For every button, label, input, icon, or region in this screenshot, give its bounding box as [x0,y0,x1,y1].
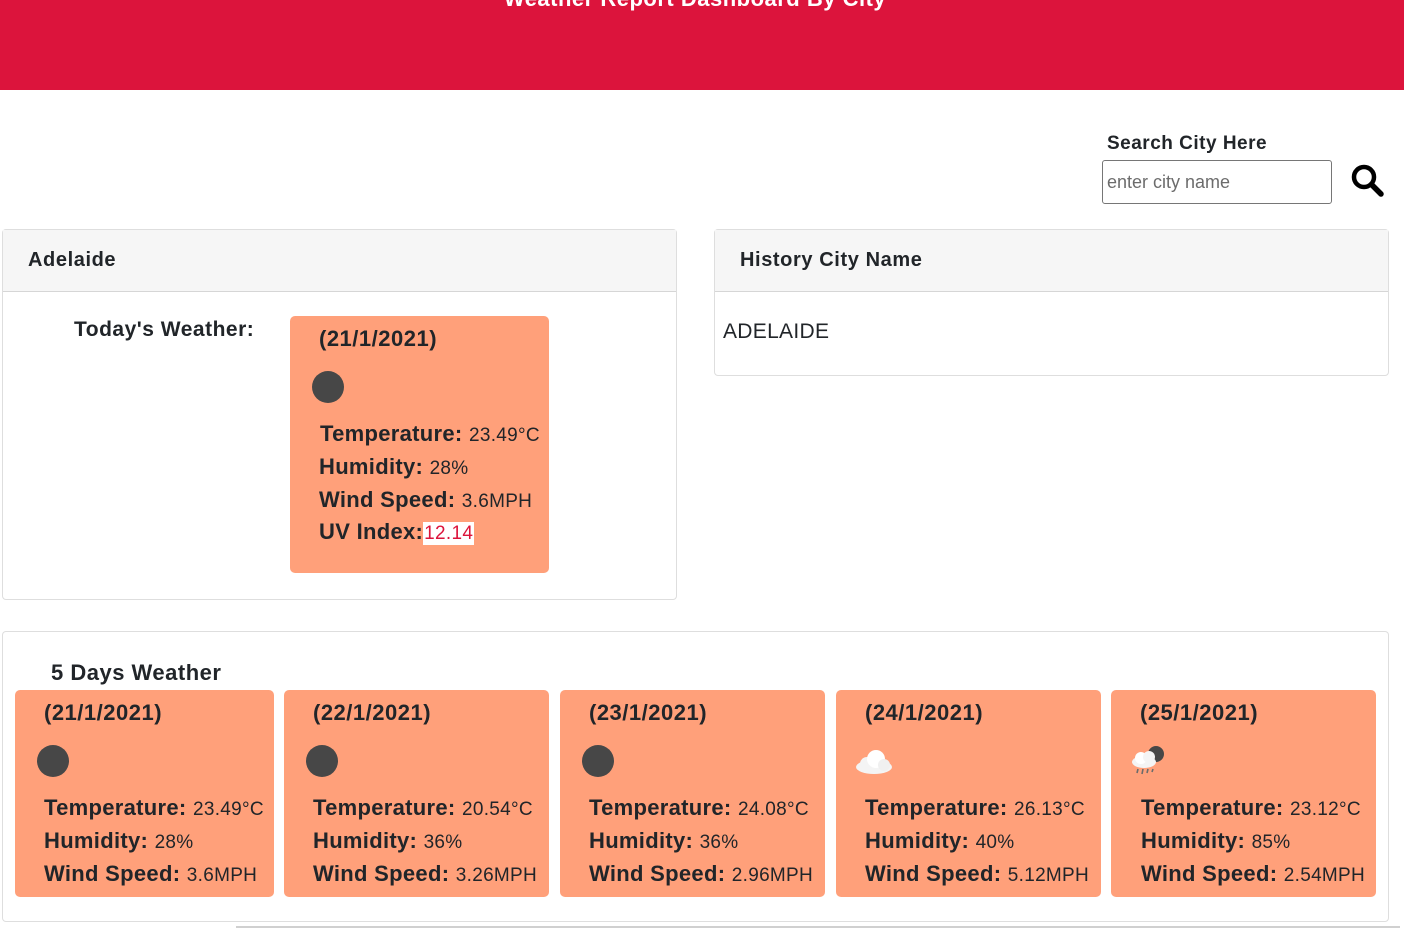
forecast-day: (24/1/2021) Temperature: 26.13°C Humidit… [836,690,1101,897]
forecast-card: 5 Days Weather (21/1/2021) Temperature: … [2,631,1389,922]
search-input[interactable] [1102,160,1332,204]
uv-index-badge: 12.14 [423,522,475,545]
search-icon [1351,164,1384,197]
today-wind-speed: Wind Speed: 3.6MPH [319,487,533,512]
forecast-temperature: Temperature: 20.54°C [313,795,533,820]
forecast-temperature: Temperature: 23.49°C [44,795,264,820]
forecast-temperature: Temperature: 26.13°C [865,795,1085,820]
todays-weather-label: Today's Weather: [74,318,255,341]
history-item-adelaide[interactable]: ADELAIDE [723,320,829,344]
search-label: Search City Here [1107,133,1268,154]
today-temperature: Temperature: 23.49°C [320,421,540,446]
clear-night-icon [306,745,338,777]
forecast-wind-speed: Wind Speed: 2.54MPH [1141,861,1366,886]
forecast-wind-speed: Wind Speed: 5.12MPH [865,861,1090,886]
forecast-day: (25/1/2021) Temperature: 23.12°C Humidit… [1111,690,1376,897]
today-humidity: Humidity: 28% [319,454,469,479]
forecast-date: (24/1/2021) [865,700,984,725]
header-banner: Weather Report Dashboard By City [0,0,1404,90]
clear-night-icon [582,745,614,777]
forecast-day: (21/1/2021) Temperature: 23.49°C Humidit… [15,690,274,897]
forecast-wind-speed: Wind Speed: 3.26MPH [313,861,538,886]
forecast-date: (21/1/2021) [44,700,163,725]
rain-night-icon [1132,746,1164,775]
forecast-date: (25/1/2021) [1140,700,1259,725]
history-card: History City Name ADELAIDE [714,229,1389,376]
forecast-date: (23/1/2021) [589,700,708,725]
forecast-humidity: Humidity: 28% [44,828,194,853]
cloud-icon [856,750,892,774]
history-title: History City Name [715,230,1388,292]
forecast-wind-speed: Wind Speed: 3.6MPH [44,861,258,886]
forecast-wind-speed: Wind Speed: 2.96MPH [589,861,814,886]
forecast-temperature: Temperature: 23.12°C [1141,795,1361,820]
forecast-humidity: Humidity: 85% [1141,828,1291,853]
city-name: Adelaide [3,230,676,292]
clear-night-icon [37,745,69,777]
page-title: Weather Report Dashboard By City [0,0,1390,12]
forecast-humidity: Humidity: 40% [865,828,1015,853]
current-weather-card: Adelaide Today's Weather: (21/1/2021) Te… [2,229,677,600]
today-date: (21/1/2021) [319,326,438,351]
clear-night-icon [312,371,344,403]
today-weather-box: (21/1/2021) Temperature: 23.49°C Humidit… [290,316,549,573]
forecast-humidity: Humidity: 36% [589,828,739,853]
forecast-temperature: Temperature: 24.08°C [589,795,809,820]
forecast-humidity: Humidity: 36% [313,828,463,853]
forecast-date: (22/1/2021) [313,700,432,725]
today-uv-index: UV Index:12.14 [319,519,475,545]
forecast-day: (23/1/2021) Temperature: 24.08°C Humidit… [560,690,825,897]
search-button[interactable] [1348,161,1386,199]
forecast-title: 5 Days Weather [51,660,222,685]
forecast-day: (22/1/2021) Temperature: 20.54°C Humidit… [284,690,549,897]
